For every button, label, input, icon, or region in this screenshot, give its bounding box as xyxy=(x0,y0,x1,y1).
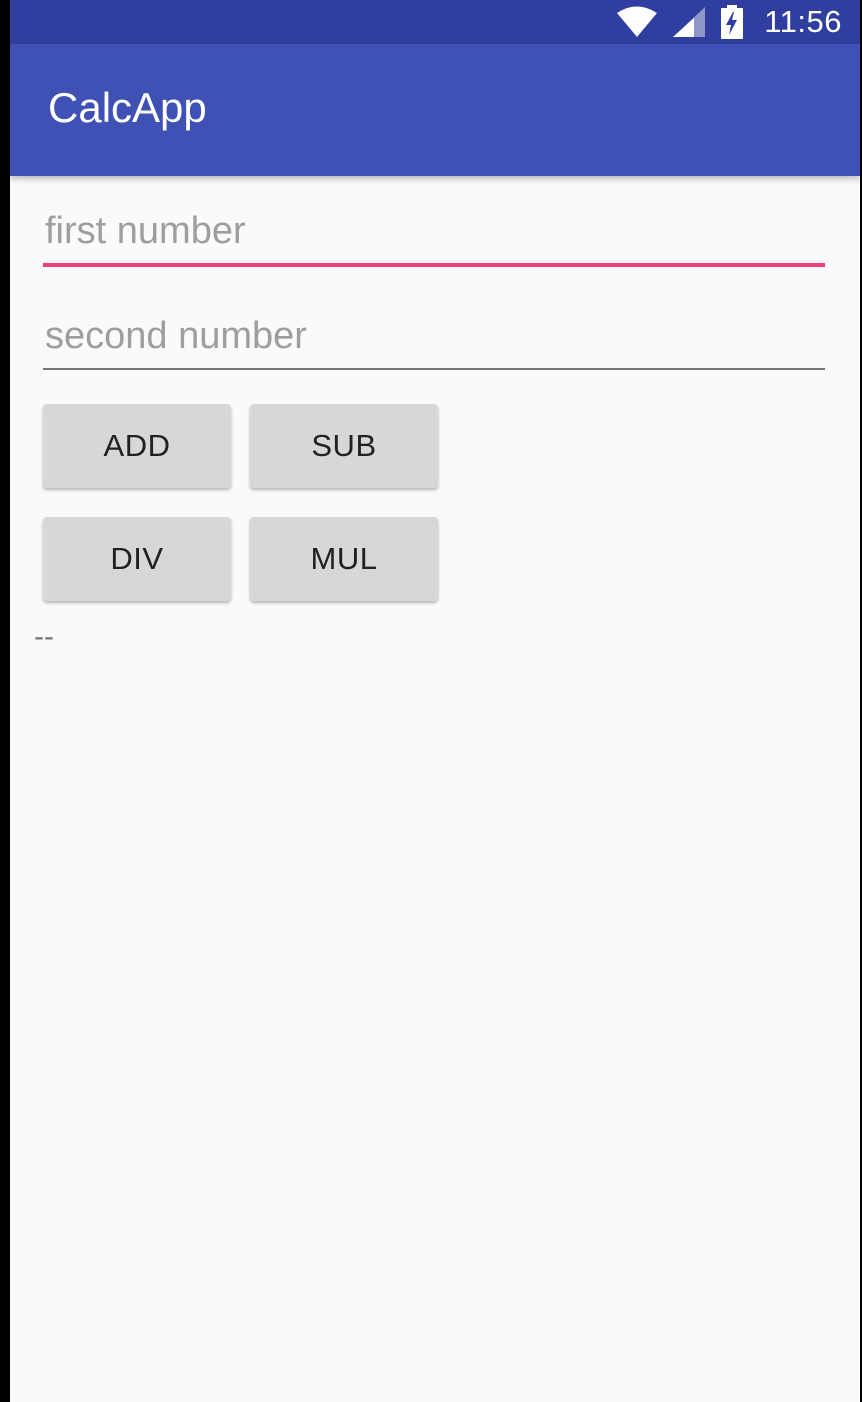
clock: 11:56 xyxy=(764,4,842,39)
sub-button[interactable]: SUB xyxy=(250,404,438,488)
battery-charging-icon xyxy=(720,5,744,39)
status-bar: 11:56 xyxy=(10,0,860,44)
second-number-field xyxy=(43,308,827,372)
add-button[interactable]: ADD xyxy=(43,404,231,488)
div-button[interactable]: DIV xyxy=(43,517,231,601)
first-number-underline xyxy=(43,263,825,267)
second-number-underline xyxy=(43,368,825,370)
wifi-icon xyxy=(616,6,658,38)
mul-button[interactable]: MUL xyxy=(250,517,438,601)
cell-signal-icon xyxy=(672,6,706,38)
second-number-input[interactable] xyxy=(43,308,827,364)
app-bar: CalcApp xyxy=(10,44,860,176)
status-icons: 11:56 xyxy=(616,0,842,44)
first-number-input[interactable] xyxy=(43,203,827,259)
app-screen: 11:56 CalcApp ADD SUB DIV MUL -- xyxy=(10,0,860,1402)
result-text: -- xyxy=(34,620,54,653)
app-title: CalcApp xyxy=(48,84,207,131)
first-number-field xyxy=(43,203,827,267)
